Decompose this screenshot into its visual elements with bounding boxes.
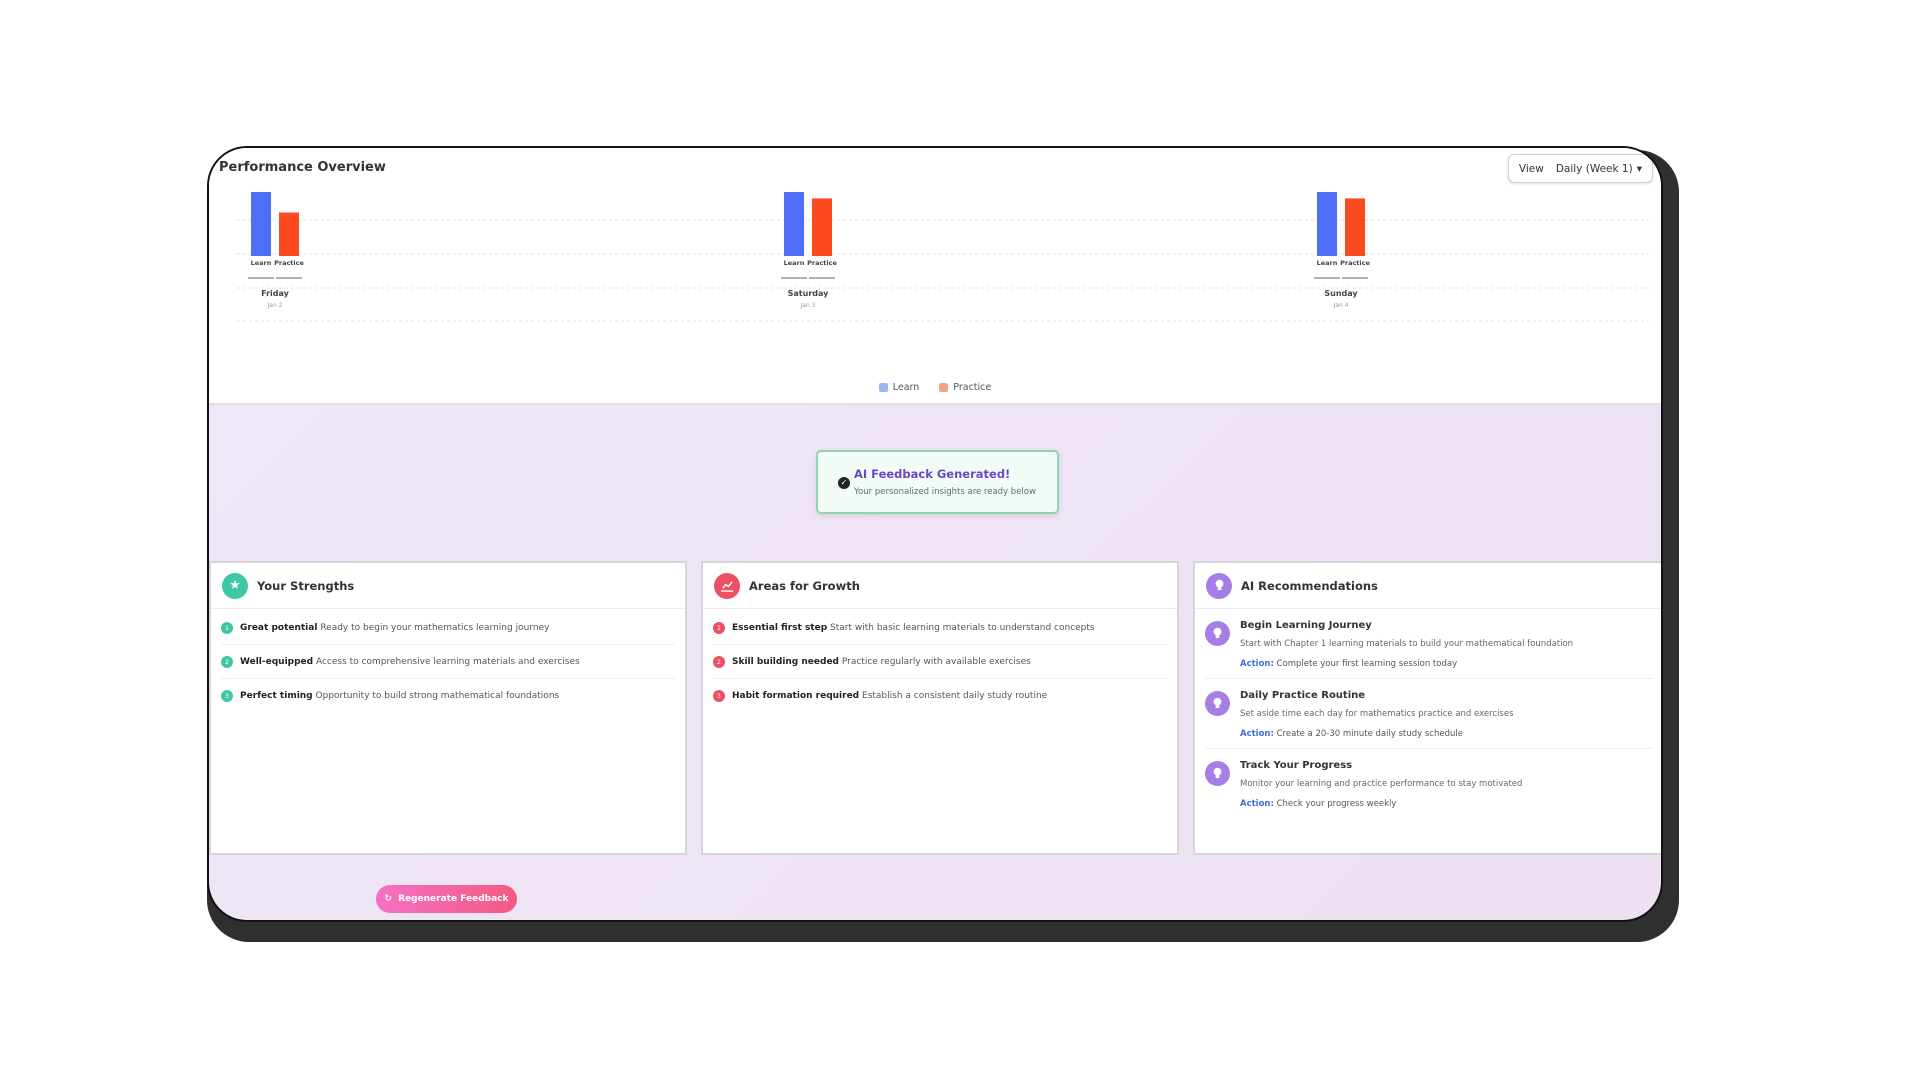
- list-number: 1: [221, 621, 233, 634]
- device-frame: Performance Overview View Daily (Week 1)…: [207, 146, 1663, 922]
- list-item: 2 Well-equipped Access to comprehensive …: [221, 645, 675, 679]
- day-label: Friday: [261, 289, 290, 298]
- recommendation-description: Start with Chapter 1 learning materials …: [1240, 639, 1574, 649]
- growth-card: Areas for Growth 1 Essential first step …: [701, 561, 1179, 855]
- recommendation-item: Daily Practice Routine Set aside time ea…: [1205, 679, 1653, 749]
- item-heading: Skill building needed: [732, 656, 839, 667]
- growth-card-header: Areas for Growth: [703, 563, 1177, 609]
- bar-learn: [251, 192, 271, 256]
- growth-title: Areas for Growth: [749, 578, 860, 593]
- performance-bar-chart: Learn PracticeFridayJan 2Learn PracticeSat…: [237, 192, 1649, 322]
- legend-item-learn: Learn: [878, 382, 920, 393]
- strengths-list: 1 Great potential Ready to begin your ma…: [211, 611, 685, 713]
- bar-label: Learn: [784, 259, 805, 267]
- performance-panel: Performance Overview View Daily (Week 1)…: [209, 148, 1661, 405]
- star-icon: ★: [222, 572, 248, 599]
- item-text: Opportunity to build strong mathematical…: [315, 691, 560, 701]
- list-item: 2 Skill building needed Practice regular…: [713, 645, 1167, 679]
- recommendation-action: Action: Complete your first learning ses…: [1240, 659, 1573, 669]
- list-number: 1: [713, 621, 725, 634]
- item-heading: Habit formation required: [732, 691, 860, 701]
- recommendation-action: Action: Check your progress weekly: [1240, 799, 1522, 809]
- strengths-card: ★ Your Strengths 1 Great potential Ready…: [209, 561, 687, 855]
- recommendation-title: Track Your Progress: [1240, 760, 1353, 771]
- recommendation-action: Action: Create a 20-30 minute daily stud…: [1240, 729, 1514, 739]
- lightbulb-icon: [1205, 621, 1230, 646]
- bar-label: Practice: [1340, 259, 1370, 267]
- list-number: 2: [713, 655, 725, 668]
- strengths-card-header: ★ Your Strengths: [211, 563, 685, 609]
- bar-label: Practice: [274, 259, 304, 267]
- chart-legend: Learn Practice: [209, 382, 1661, 393]
- item-text: Access to comprehensive learning materia…: [315, 656, 580, 667]
- action-text: Create a 20-30 minute daily study schedu…: [1276, 729, 1463, 739]
- bar-practice: [812, 198, 832, 256]
- bar-learn: [1317, 192, 1337, 256]
- action-text: Complete your first learning session tod…: [1276, 659, 1458, 669]
- item-text: Practice regularly with available exerci…: [841, 656, 1031, 667]
- growth-list: 1 Essential first step Start with basic …: [703, 611, 1177, 713]
- item-heading: Great potential: [240, 622, 318, 633]
- bar-practice: [279, 212, 299, 256]
- refresh-icon: ↻: [384, 894, 393, 904]
- item-heading: Perfect timing: [240, 691, 313, 701]
- list-number: 3: [713, 690, 725, 702]
- lightbulb-icon: [1205, 691, 1230, 716]
- action-label: Action:: [1240, 659, 1274, 669]
- list-item: 1 Great potential Ready to begin your ma…: [221, 611, 675, 645]
- action-label: Action:: [1240, 729, 1274, 739]
- recommendation-item: Track Your Progress Monitor your learnin…: [1205, 749, 1653, 818]
- date-label: Jan 2: [267, 302, 283, 309]
- bar-label: Practice: [807, 259, 837, 267]
- chart-line-icon: [714, 572, 740, 599]
- item-text: Ready to begin your mathematics learning…: [320, 622, 550, 633]
- date-label: Jan 3: [800, 302, 816, 309]
- list-item: 3 Perfect timing Opportunity to build st…: [221, 679, 675, 713]
- lightbulb-icon: [1205, 761, 1230, 786]
- list-item: 3 Habit formation required Establish a c…: [713, 679, 1167, 713]
- regenerate-feedback-button[interactable]: ↻ Regenerate Feedback: [376, 885, 517, 913]
- item-heading: Essential first step: [732, 622, 828, 633]
- lightbulb-icon: [1206, 572, 1232, 599]
- action-text: Check your progress weekly: [1276, 799, 1397, 809]
- recommendations-card-header: AI Recommendations: [1195, 563, 1661, 609]
- item-heading: Well-equipped: [240, 656, 314, 667]
- bar-learn: [784, 192, 804, 256]
- bar-label: Learn: [251, 259, 272, 267]
- legend-swatch-practice: [939, 383, 949, 392]
- list-item: 1 Essential first step Start with basic …: [713, 611, 1167, 645]
- item-text: Start with basic learning materials to u…: [830, 622, 1095, 633]
- legend-swatch-learn: [878, 383, 888, 392]
- item-text: Establish a consistent daily study routi…: [862, 691, 1048, 701]
- bar-label: Learn: [1317, 259, 1338, 267]
- legend-label-learn: Learn: [892, 382, 920, 393]
- app-screen: Performance Overview View Daily (Week 1)…: [209, 148, 1661, 920]
- date-label: Jan 4: [1333, 302, 1349, 309]
- recommendations-card: AI Recommendations Begin Learning Journe…: [1193, 561, 1661, 855]
- recommendations-list: Begin Learning Journey Start with Chapte…: [1195, 609, 1661, 818]
- check-circle-icon: ✓: [838, 477, 850, 489]
- feedback-toast: ✓ AI Feedback Generated! Your personaliz…: [816, 450, 1059, 514]
- legend-item-practice: Practice: [939, 382, 991, 393]
- recommendation-title: Begin Learning Journey: [1240, 620, 1372, 631]
- legend-label-practice: Practice: [953, 382, 992, 393]
- regenerate-label: Regenerate Feedback: [398, 894, 509, 904]
- action-label: Action:: [1240, 799, 1274, 809]
- toast-title: AI Feedback Generated!: [854, 467, 1011, 481]
- recommendation-description: Monitor your learning and practice perfo…: [1240, 779, 1523, 789]
- list-number: 2: [221, 655, 233, 668]
- recommendation-item: Begin Learning Journey Start with Chapte…: [1205, 609, 1653, 679]
- strengths-title: Your Strengths: [257, 578, 355, 593]
- recommendation-description: Set aside time each day for mathematics …: [1240, 709, 1514, 719]
- day-label: Sunday: [1324, 289, 1358, 298]
- recommendation-title: Daily Practice Routine: [1240, 690, 1366, 701]
- day-label: Saturday: [788, 289, 830, 298]
- recommendations-title: AI Recommendations: [1241, 578, 1378, 593]
- bar-practice: [1345, 198, 1365, 256]
- toast-subtitle: Your personalized insights are ready bel…: [854, 487, 1036, 497]
- list-number: 3: [221, 690, 233, 702]
